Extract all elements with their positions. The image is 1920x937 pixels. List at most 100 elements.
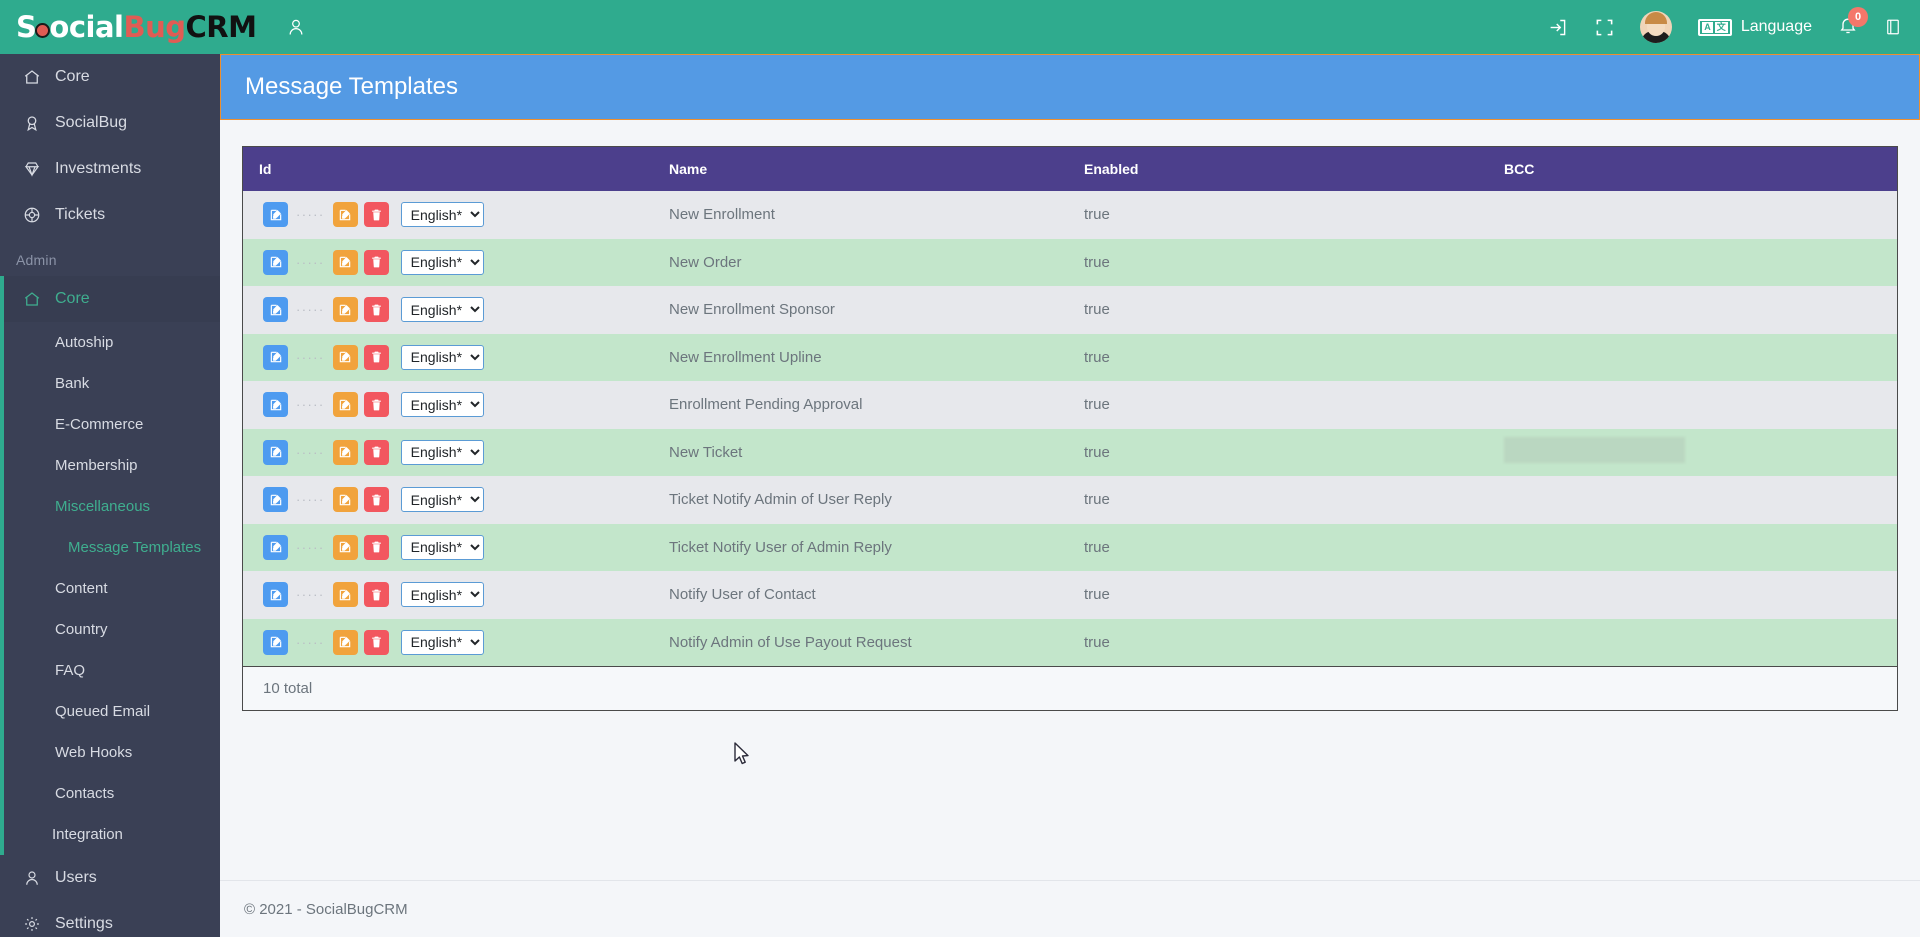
- sidebar-item-users[interactable]: Users: [0, 855, 220, 901]
- sidebar-item-integration[interactable]: Integration: [0, 814, 220, 855]
- column-header-bcc[interactable]: BCC: [1488, 147, 1897, 191]
- sidebar-item-miscellaneous[interactable]: Miscellaneous: [0, 486, 220, 527]
- sidebar-item-label: Message Templates: [68, 539, 202, 556]
- row-language-select[interactable]: English*: [400, 297, 484, 323]
- row-view-edit-button[interactable]: [263, 344, 288, 370]
- sidebar-item-socialbug[interactable]: SocialBug: [0, 100, 220, 146]
- sidebar-item-bank[interactable]: Bank: [0, 363, 220, 404]
- sidebar-item-label: Miscellaneous: [55, 498, 151, 515]
- cell-id-actions: ····· English*: [243, 429, 653, 477]
- cell-bcc: [1488, 524, 1897, 572]
- row-edit-button[interactable]: [332, 202, 358, 228]
- sidebar-item-message-templates[interactable]: Message Templates: [0, 527, 220, 568]
- sidebar-item-membership[interactable]: Membership: [0, 445, 220, 486]
- cell-name: Notify User of Contact: [669, 586, 816, 604]
- sidebar-item-settings[interactable]: Settings: [0, 901, 220, 937]
- sidebar-item-admin-core[interactable]: Core: [0, 276, 220, 322]
- column-header-name[interactable]: Name: [653, 147, 1068, 191]
- row-edit-button[interactable]: [332, 582, 358, 608]
- row-language-select[interactable]: English*: [400, 344, 484, 370]
- row-view-edit-button[interactable]: [263, 392, 288, 418]
- row-action-separator: ·····: [296, 397, 325, 413]
- brand-logo[interactable]: SocialBugCRM: [0, 0, 257, 54]
- row-delete-button[interactable]: [363, 202, 389, 228]
- cell-enabled: true: [1084, 301, 1110, 319]
- row-view-edit-button[interactable]: [263, 439, 288, 465]
- sidebar-item-ecommerce[interactable]: E-Commerce: [0, 404, 220, 445]
- app-root: SocialBugCRM A 文 Language 0 Core SocialB…: [0, 0, 1920, 937]
- row-view-edit-button[interactable]: [263, 297, 288, 323]
- row-edit-button[interactable]: [332, 629, 358, 655]
- sidebar-item-investments[interactable]: Investments: [0, 146, 220, 192]
- sidebar-item-content[interactable]: Content: [0, 568, 220, 609]
- row-edit-button[interactable]: [332, 344, 358, 370]
- sidebar[interactable]: Core SocialBug Investments Tickets Admin: [0, 54, 220, 937]
- row-edit-button[interactable]: [332, 439, 358, 465]
- row-action-group: ····· English*: [259, 297, 653, 323]
- cell-bcc: [1488, 334, 1897, 382]
- row-edit-button[interactable]: [332, 392, 358, 418]
- row-language-select[interactable]: English*: [400, 487, 484, 513]
- cell-enabled: true: [1084, 206, 1110, 224]
- user-icon: [22, 869, 42, 887]
- copyright-text: © 2021 - SocialBugCRM: [244, 900, 408, 918]
- book-icon[interactable]: [1884, 17, 1902, 37]
- row-delete-button[interactable]: [363, 439, 389, 465]
- row-edit-button[interactable]: [332, 297, 358, 323]
- sidebar-item-contacts[interactable]: Contacts: [0, 773, 220, 814]
- column-header-enabled[interactable]: Enabled: [1068, 147, 1488, 191]
- row-delete-button[interactable]: [363, 297, 389, 323]
- row-action-group: ····· English*: [259, 487, 653, 513]
- row-view-edit-button[interactable]: [263, 249, 288, 275]
- row-action-separator: ·····: [296, 444, 325, 460]
- user-outline-icon[interactable]: [286, 17, 306, 37]
- row-edit-button[interactable]: [332, 534, 358, 560]
- table-row: ····· English* Ticket Notify User of Admin…: [243, 523, 1897, 572]
- table-row: ····· English* Notify Admin of Use Payout …: [243, 618, 1897, 667]
- row-language-select[interactable]: English*: [400, 202, 484, 228]
- row-edit-button[interactable]: [332, 487, 358, 513]
- row-delete-button[interactable]: [363, 487, 389, 513]
- row-language-select[interactable]: English*: [400, 249, 484, 275]
- row-view-edit-button[interactable]: [263, 487, 288, 513]
- table-total-bar: 10 total: [242, 667, 1898, 711]
- sidebar-item-queued-email[interactable]: Queued Email: [0, 691, 220, 732]
- language-selector[interactable]: A文 Language: [1698, 18, 1812, 36]
- row-delete-button[interactable]: [363, 534, 389, 560]
- row-language-select[interactable]: English*: [400, 629, 484, 655]
- row-view-edit-button[interactable]: [263, 629, 288, 655]
- row-language-select[interactable]: English*: [400, 534, 484, 560]
- table-row: ····· English* New Enrollment Sponsor true: [243, 286, 1897, 334]
- sidebar-item-autoship[interactable]: Autoship: [0, 322, 220, 363]
- main-content: Message Templates Id Name Enabled BCC ··…: [220, 54, 1920, 937]
- sidebar-item-faq[interactable]: FAQ: [0, 650, 220, 691]
- row-action-separator: ·····: [296, 254, 325, 270]
- sidebar-item-core[interactable]: Core: [0, 54, 220, 100]
- cell-name: New Enrollment: [669, 206, 775, 224]
- row-view-edit-button[interactable]: [263, 582, 288, 608]
- row-delete-button[interactable]: [363, 249, 389, 275]
- avatar[interactable]: [1640, 11, 1673, 43]
- sidebar-item-tickets[interactable]: Tickets: [0, 192, 220, 238]
- logout-icon[interactable]: [1548, 17, 1569, 38]
- cell-name: Notify Admin of Use Payout Request: [669, 633, 912, 651]
- row-view-edit-button[interactable]: [263, 202, 288, 228]
- row-delete-button[interactable]: [363, 629, 389, 655]
- row-language-select[interactable]: English*: [400, 582, 484, 608]
- sidebar-item-country[interactable]: Country: [0, 609, 220, 650]
- row-view-edit-button[interactable]: [263, 534, 288, 560]
- column-header-id[interactable]: Id: [243, 147, 653, 191]
- row-language-select[interactable]: English*: [400, 439, 484, 465]
- notifications-button[interactable]: 0: [1838, 6, 1868, 40]
- table-header-row: Id Name Enabled BCC: [243, 147, 1897, 191]
- cell-id-actions: ····· English*: [243, 381, 653, 429]
- cell-id-actions: ····· English*: [243, 619, 653, 667]
- row-language-select[interactable]: English*: [400, 392, 484, 418]
- row-delete-button[interactable]: [363, 582, 389, 608]
- row-delete-button[interactable]: [363, 344, 389, 370]
- hamburger-icon[interactable]: [244, 22, 266, 33]
- row-edit-button[interactable]: [332, 249, 358, 275]
- sidebar-item-web-hooks[interactable]: Web Hooks: [0, 732, 220, 773]
- fullscreen-icon[interactable]: [1595, 18, 1614, 37]
- row-delete-button[interactable]: [363, 392, 389, 418]
